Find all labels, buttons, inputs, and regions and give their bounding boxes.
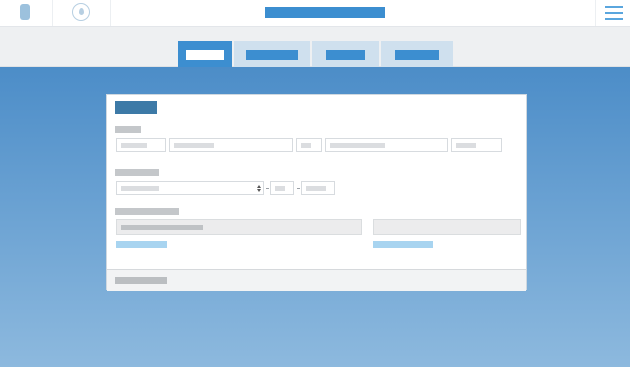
phone-button[interactable]	[0, 0, 53, 26]
name-field-2[interactable]	[169, 138, 293, 152]
tab-label	[395, 50, 439, 60]
tab-2[interactable]	[234, 41, 310, 67]
form-card	[106, 94, 527, 291]
top-bar	[0, 0, 630, 27]
water-drop-icon	[72, 3, 90, 21]
account-field[interactable]	[116, 219, 362, 235]
date-year-field[interactable]	[301, 181, 335, 195]
select-arrow-icon	[257, 185, 261, 192]
tab-3[interactable]	[312, 41, 379, 67]
tab-4[interactable]	[381, 41, 453, 67]
date-select[interactable]	[116, 181, 264, 195]
tab-label	[186, 50, 224, 60]
tab-label	[246, 50, 298, 60]
account-link[interactable]	[116, 241, 167, 248]
date-label	[115, 169, 159, 176]
name-field-3[interactable]	[296, 138, 322, 152]
footer-text	[115, 277, 167, 284]
name-field-4[interactable]	[325, 138, 448, 152]
tab-strip	[0, 27, 630, 67]
page-title	[265, 7, 385, 18]
date-day-field[interactable]	[270, 181, 294, 195]
date-separator	[297, 188, 300, 189]
name-label	[115, 126, 141, 133]
hamburger-menu-icon	[605, 6, 623, 20]
tab-1[interactable]	[178, 41, 232, 67]
card-footer	[107, 269, 526, 291]
form-title	[115, 101, 157, 114]
tab-label	[326, 50, 365, 60]
secondary-field[interactable]	[373, 219, 521, 235]
water-button[interactable]	[52, 0, 111, 26]
name-field-5[interactable]	[451, 138, 502, 152]
secondary-link[interactable]	[373, 241, 433, 248]
menu-button[interactable]	[595, 0, 630, 26]
phone-icon	[20, 4, 30, 20]
date-separator	[266, 188, 269, 189]
name-field-1[interactable]	[116, 138, 166, 152]
account-label	[115, 208, 179, 215]
